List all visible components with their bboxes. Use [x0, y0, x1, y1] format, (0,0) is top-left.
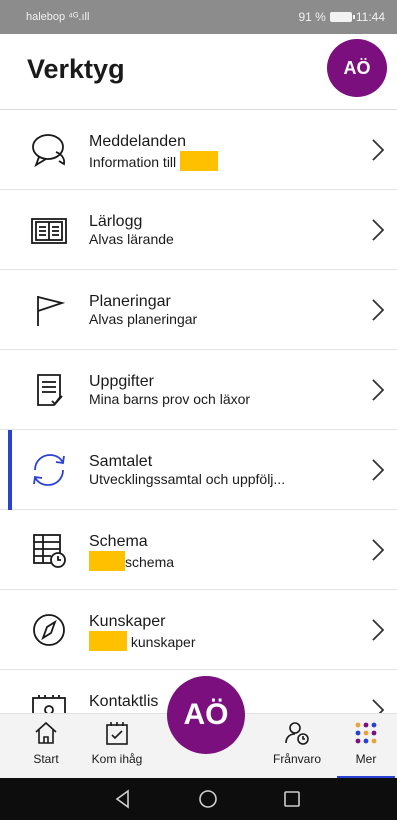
checklist-icon: [37, 374, 63, 406]
battery-icon: [329, 12, 355, 22]
item-subtitle: kunskaper: [89, 631, 357, 651]
list-item-larlogg[interactable]: Lärlogg Alvas lärande: [0, 190, 397, 270]
item-text: Kunskaper kunskaper: [89, 612, 357, 651]
flag-icon: [37, 296, 66, 326]
status-bar: halebop ⁴ᴳ.ıll 91 % 11:44: [0, 0, 397, 34]
tool-list: Meddelanden Information till Lärlogg Alv…: [0, 110, 397, 750]
list-item-meddelanden[interactable]: Meddelanden Information till: [0, 110, 397, 190]
nav-label: Kom ihåg: [91, 752, 143, 766]
list-item-uppgifter[interactable]: Uppgifter Mina barns prov och läxor: [0, 350, 397, 430]
item-title: Planeringar: [89, 293, 171, 310]
item-text: Uppgifter Mina barns prov och läxor: [89, 372, 357, 408]
page-title: Verktyg: [27, 54, 125, 84]
item-title: Schema: [89, 533, 148, 550]
chat-bubble-icon: [32, 134, 66, 168]
open-book-icon: [31, 218, 67, 244]
list-item-schema[interactable]: Schema schema: [0, 510, 397, 590]
chevron-right-icon: [372, 379, 385, 401]
redaction-mark: [89, 631, 127, 651]
chevron-right-icon: [372, 619, 385, 641]
item-subtitle: Information till: [89, 151, 357, 171]
nav-label: Start: [33, 752, 59, 766]
chevron-right-icon: [372, 139, 385, 161]
back-icon[interactable]: [112, 788, 134, 810]
item-title: Samtalet: [89, 453, 153, 470]
header: Verktyg AÖ: [0, 34, 397, 110]
redaction-mark: [180, 151, 219, 171]
sync-arrows-icon: [33, 454, 65, 486]
calendar-check-icon: [106, 722, 128, 745]
chevron-right-icon: [372, 219, 385, 241]
item-title: Lärlogg: [89, 213, 143, 230]
avatar[interactable]: AÖ: [327, 39, 387, 97]
chevron-right-icon: [372, 299, 385, 321]
carrier-label: halebop ⁴ᴳ.ıll: [26, 11, 90, 23]
floating-avatar-button[interactable]: AÖ: [167, 676, 245, 754]
item-title: Meddelanden: [89, 133, 186, 150]
item-subtitle: Mina barns prov och läxor: [89, 391, 251, 407]
app-grid-icon: [355, 722, 377, 744]
home-icon: [35, 721, 57, 744]
home-circle-icon[interactable]: [197, 788, 219, 810]
list-item-samtalet[interactable]: Samtalet Utvecklingssamtal och uppfölj..…: [0, 430, 397, 510]
item-subtitle: Alvas lärande: [89, 231, 174, 247]
clock: 11:44: [355, 10, 385, 24]
nav-label: Mer: [355, 752, 377, 766]
item-text: Meddelanden Information till: [89, 132, 357, 171]
chevron-right-icon: [372, 539, 385, 561]
item-subtitle-text: kunskaper: [130, 634, 196, 650]
status-right: 91 % 11:44: [299, 10, 386, 24]
item-text: Planeringar Alvas planeringar: [89, 292, 357, 328]
compass-icon: [33, 614, 65, 646]
recents-icon[interactable]: [281, 788, 303, 810]
item-subtitle-text: Information till: [89, 154, 177, 170]
nav-mer[interactable]: Mer: [337, 714, 395, 779]
nav-franvaro[interactable]: Frånvaro: [262, 714, 332, 779]
item-title: Kunskaper: [89, 613, 166, 630]
item-title: Uppgifter: [89, 373, 154, 390]
list-item-kunskaper[interactable]: Kunskaper kunskaper: [0, 590, 397, 670]
battery-percent: 91 %: [298, 10, 326, 24]
nav-kom-ihag[interactable]: Kom ihåg: [78, 714, 156, 779]
list-item-planeringar[interactable]: Planeringar Alvas planeringar: [0, 270, 397, 350]
item-subtitle: Alvas planeringar: [89, 311, 198, 327]
item-subtitle: schema: [89, 551, 357, 571]
item-text: Lärlogg Alvas lärande: [89, 212, 357, 248]
redaction-mark: [89, 551, 125, 571]
nav-label: Frånvaro: [272, 752, 322, 766]
chevron-right-icon: [372, 459, 385, 481]
calendar-clock-icon: [33, 534, 66, 568]
nav-start[interactable]: Start: [14, 714, 78, 779]
item-text: Schema schema: [89, 532, 357, 571]
item-subtitle: Utvecklingssamtal och uppfölj...: [89, 471, 286, 487]
system-nav-bar: [0, 778, 397, 820]
person-clock-icon: [285, 722, 309, 745]
item-text: Samtalet Utvecklingssamtal och uppfölj..…: [89, 452, 357, 488]
item-subtitle-text: schema: [125, 554, 175, 570]
